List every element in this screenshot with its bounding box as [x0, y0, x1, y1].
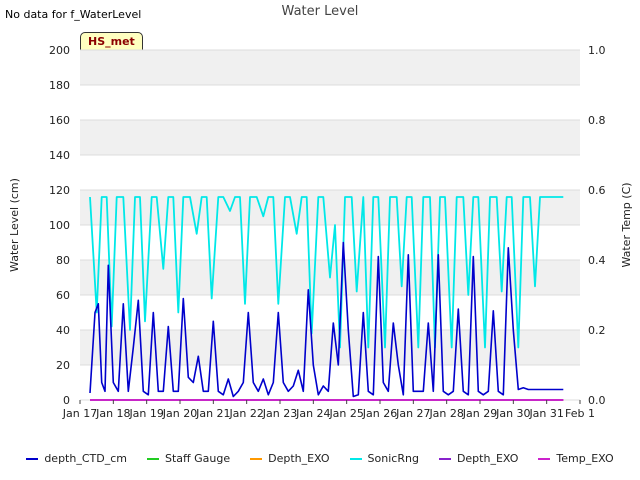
- legend-label: depth_CTD_cm: [44, 452, 127, 465]
- x-tick-label: Jan 17: [62, 407, 97, 420]
- x-tick-label: Jan 20: [162, 407, 197, 420]
- y-tick-label: 140: [49, 149, 70, 162]
- x-axis: Jan 17Jan 18Jan 19Jan 20Jan 21Jan 22Jan …: [62, 400, 595, 420]
- x-tick-label: Jan 26: [362, 407, 397, 420]
- legend-label: Depth_EXO: [456, 452, 519, 465]
- x-tick-label: Jan 27: [395, 407, 430, 420]
- legend-item: Depth_EXO: [250, 452, 330, 465]
- y-tick-label: 0: [63, 394, 70, 407]
- legend: depth_CTD_cm Staff Gauge Depth_EXO SonicRng…: [0, 452, 640, 465]
- y-tick-label: 160: [49, 114, 70, 127]
- x-tick-label: Jan 31: [528, 407, 563, 420]
- x-tick-label: Jan 18: [95, 407, 130, 420]
- legend-item: SonicRng: [349, 452, 419, 465]
- x-tick-label: Jan 23: [262, 407, 297, 420]
- legend-item: depth_CTD_cm: [26, 452, 127, 465]
- x-tick-label: Feb 1: [565, 407, 595, 420]
- y-tick-label: 60: [56, 289, 70, 302]
- y-tick-label: 80: [56, 254, 70, 267]
- x-tick-label: Jan 29: [462, 407, 497, 420]
- x-tick-label: Jan 19: [128, 407, 163, 420]
- plot-band: [80, 120, 580, 155]
- legend-item: Depth_EXO: [438, 452, 519, 465]
- y-tick-label: 120: [49, 184, 70, 197]
- plot-band: [80, 50, 580, 85]
- legend-swatch: [250, 457, 263, 460]
- legend-swatch: [438, 457, 451, 460]
- y-tick-label: 100: [49, 219, 70, 232]
- x-tick-label: Jan 22: [228, 407, 263, 420]
- legend-label: Temp_EXO: [556, 452, 614, 465]
- x-tick-label: Jan 30: [495, 407, 530, 420]
- x-tick-label: Jan 24: [295, 407, 330, 420]
- legend-item: Staff Gauge: [146, 452, 231, 465]
- y-axis-label: Water Level (cm): [8, 178, 21, 272]
- legend-swatch: [146, 457, 159, 460]
- y-tick-label: 20: [56, 359, 70, 372]
- y-tick-label: 180: [49, 79, 70, 92]
- legend-swatch: [349, 457, 362, 460]
- legend-swatch: [26, 457, 39, 460]
- y-tick-label: 40: [56, 324, 70, 337]
- y2-axis-label: Water Temp (C): [620, 182, 633, 267]
- y2-tick-label: 0.0: [588, 394, 606, 407]
- y-axis-left: 0 20 40 60 80 100 120 140 160 180 200: [49, 44, 70, 407]
- y2-tick-label: 0.2: [588, 324, 606, 337]
- legend-label: Depth_EXO: [268, 452, 330, 465]
- y-tick-label: 200: [49, 44, 70, 57]
- y2-tick-label: 0.4: [588, 254, 606, 267]
- y2-tick-label: 0.6: [588, 184, 606, 197]
- x-tick-label: Jan 28: [428, 407, 463, 420]
- chart-svg: 0 20 40 60 80 100 120 140 160 180 200 0.0 0.2 0.4 0.6…: [8, 44, 633, 420]
- legend-item: Temp_EXO: [538, 452, 614, 465]
- legend-label: Staff Gauge: [164, 452, 231, 465]
- x-tick-label: Jan 25: [328, 407, 363, 420]
- y2-tick-label: 0.8: [588, 114, 606, 127]
- y2-tick-label: 1.0: [588, 44, 606, 57]
- y-axis-right: 0.0 0.2 0.4 0.6 0.8 1.0: [588, 44, 606, 407]
- legend-swatch: [538, 457, 551, 460]
- legend-label: SonicRng: [367, 452, 419, 465]
- x-tick-label: Jan 21: [195, 407, 230, 420]
